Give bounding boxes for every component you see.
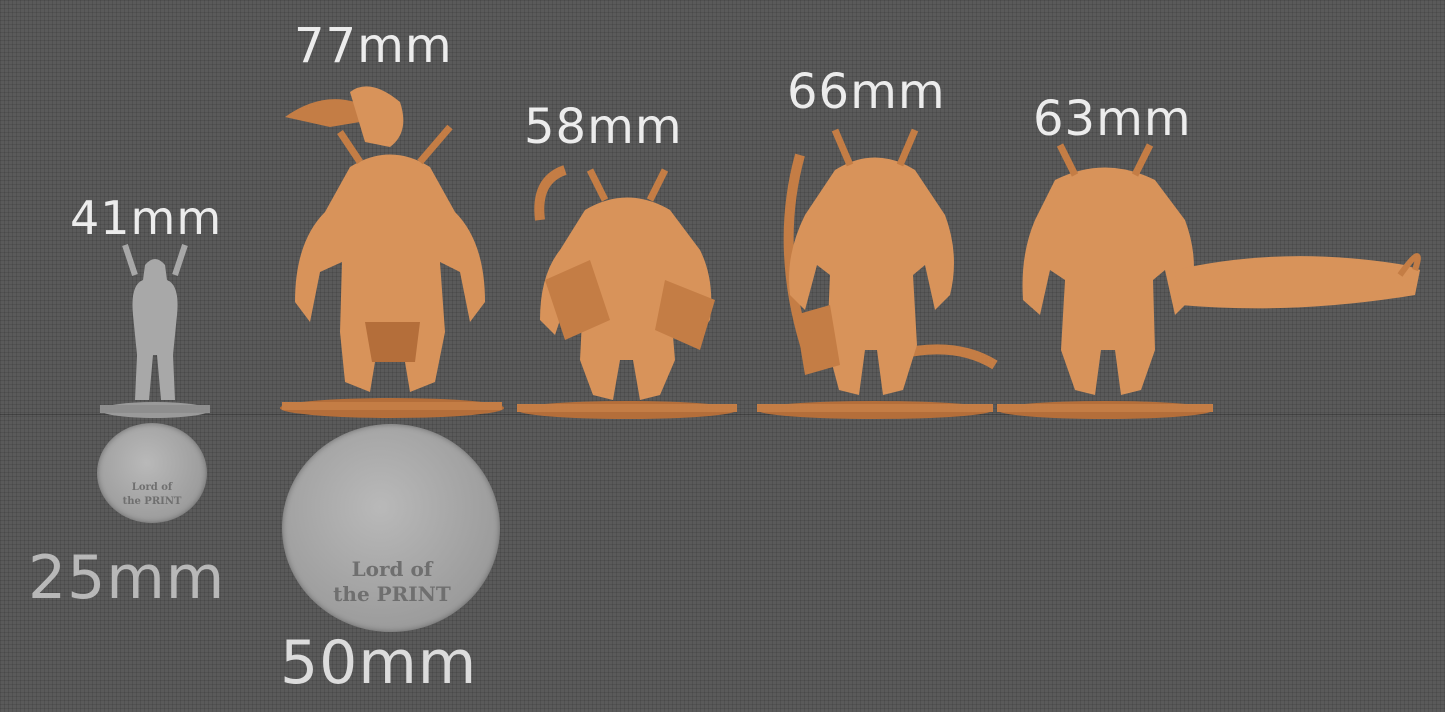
fig4-miniature <box>997 143 1421 419</box>
large-base-logo-line1: Lord of <box>351 557 433 581</box>
large-base-size-label: 50mm <box>280 628 478 698</box>
fig3-height-label: 66mm <box>787 64 946 120</box>
fig4-height-label: 63mm <box>1033 91 1192 147</box>
small-base-logo-line1: Lord of <box>131 482 173 493</box>
large-base-logo-line2: the PRINT <box>333 582 451 606</box>
small-base-disc: Lord of the PRINT <box>97 423 207 523</box>
small-base-logo-line2: the PRINT <box>122 496 182 507</box>
miniature-lineup: 41mm 77mm 58mm 66mm 63mm Lord of the PRI… <box>0 0 1445 712</box>
small-base-size-label: 25mm <box>28 543 226 613</box>
large-base-disc: Lord of the PRINT <box>282 424 500 632</box>
human-reference-figure <box>100 244 210 418</box>
fig2-height-label: 58mm <box>524 99 683 155</box>
fig1-height-label: 77mm <box>294 18 453 74</box>
fig1-miniature <box>280 86 504 418</box>
fig2-miniature <box>517 165 737 419</box>
fig3-miniature <box>757 128 998 419</box>
